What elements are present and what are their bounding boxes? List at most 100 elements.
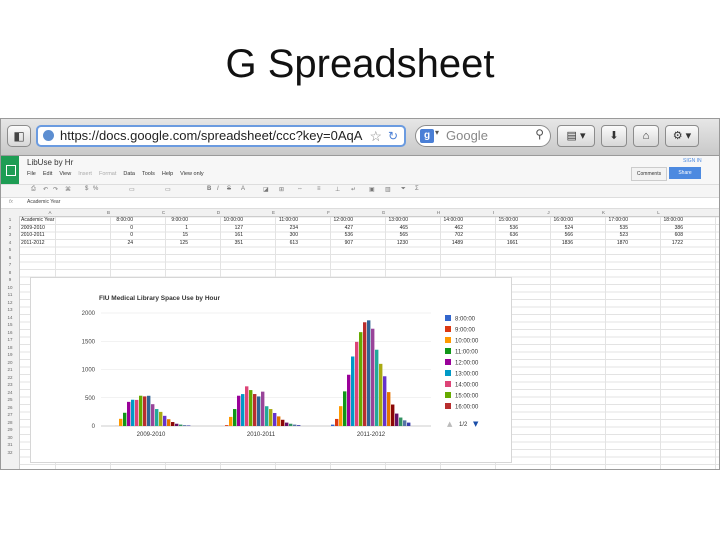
currency-icon[interactable]: $ [85, 186, 88, 192]
paint-format-icon[interactable]: ⌘ [65, 186, 71, 193]
text-color-icon[interactable]: A [241, 186, 245, 192]
wrap-text-icon[interactable]: ↵ [351, 186, 356, 193]
table-cell[interactable]: 1 [136, 225, 188, 231]
column-header-j[interactable]: J [521, 210, 576, 215]
row-number[interactable]: 28 [1, 420, 19, 425]
search-box[interactable]: g ▾ Google ⚲ [415, 125, 551, 147]
font-family-select[interactable]: ▭ [129, 186, 135, 193]
row-number[interactable]: 23 [1, 382, 19, 387]
row-number[interactable]: 13 [1, 307, 19, 312]
comments-button[interactable]: Comments [631, 167, 667, 181]
row-number[interactable]: 30 [1, 435, 19, 440]
column-header-e[interactable]: E [246, 210, 301, 215]
vertical-align-icon[interactable]: ⊥ [335, 186, 340, 193]
insert-comment-icon[interactable]: ▣ [369, 186, 375, 193]
column-header-h[interactable]: H [411, 210, 466, 215]
table-cell[interactable]: 8:00:00 [81, 217, 133, 223]
sign-in-link[interactable]: SIGN IN [683, 158, 702, 164]
table-cell[interactable]: 127 [191, 225, 243, 231]
table-cell[interactable]: 613 [246, 240, 298, 246]
table-cell[interactable]: 0 [81, 232, 133, 238]
font-size-select[interactable]: ▭ [165, 186, 171, 193]
merge-cells-icon[interactable]: ⇔ [297, 186, 303, 192]
column-header-d[interactable]: D [191, 210, 246, 215]
bookmarks-menu-icon[interactable]: ▤ ▾ [557, 125, 595, 147]
row-number[interactable]: 11 [1, 292, 19, 297]
column-header-b[interactable]: B [81, 210, 136, 215]
table-cell[interactable]: 536 [301, 232, 353, 238]
insert-chart-icon[interactable]: ▥ [385, 186, 391, 193]
table-cell[interactable]: 15 [136, 232, 188, 238]
row-number[interactable]: 10 [1, 285, 19, 290]
italic-icon[interactable]: I [217, 186, 219, 192]
row-number[interactable]: 29 [1, 427, 19, 432]
table-cell[interactable]: 1870 [576, 240, 628, 246]
row-number[interactable]: 18 [1, 345, 19, 350]
table-cell[interactable]: 125 [136, 240, 188, 246]
table-cell[interactable]: 11:00:00 [246, 217, 298, 223]
row-number[interactable]: 25 [1, 397, 19, 402]
chart-container[interactable]: FIU Medical Library Space Use by Hour 0 50… [30, 277, 512, 463]
table-cell[interactable]: 566 [521, 232, 573, 238]
column-header-i[interactable]: I [466, 210, 521, 215]
extensions-icon[interactable]: ⚙ ▾ [665, 125, 699, 147]
row-number[interactable]: 21 [1, 367, 19, 372]
table-cell[interactable]: 2010-2011 [21, 232, 45, 238]
table-cell[interactable]: 565 [356, 232, 408, 238]
row-number[interactable]: 1 [1, 217, 19, 222]
home-icon[interactable]: ⌂ [633, 125, 659, 147]
table-cell[interactable]: 16:00:00 [521, 217, 573, 223]
table-cell[interactable]: 1230 [356, 240, 408, 246]
row-number[interactable]: 2 [1, 225, 19, 230]
table-cell[interactable]: 702 [411, 232, 463, 238]
row-number[interactable]: 3 [1, 232, 19, 237]
magnifier-icon[interactable]: ⚲ [535, 127, 544, 141]
search-engine-dropdown-icon[interactable]: ▾ [435, 128, 439, 137]
table-cell[interactable]: 536 [466, 225, 518, 231]
borders-icon[interactable]: ⊞ [279, 186, 284, 193]
menu-view[interactable]: View [59, 171, 71, 177]
table-cell[interactable]: 907 [301, 240, 353, 246]
row-number[interactable]: 6 [1, 255, 19, 260]
menu-format[interactable]: Format [99, 171, 116, 177]
fill-color-icon[interactable]: ◪ [263, 186, 269, 193]
table-cell[interactable]: 535 [576, 225, 628, 231]
table-cell[interactable]: 9:00:00 [136, 217, 188, 223]
menu-help[interactable]: Help [162, 171, 173, 177]
menu-data[interactable]: Data [123, 171, 135, 177]
percent-icon[interactable]: % [93, 186, 98, 192]
table-cell[interactable]: 523 [576, 232, 628, 238]
row-number[interactable]: 8 [1, 270, 19, 275]
row-number[interactable]: 7 [1, 262, 19, 267]
row-number[interactable]: 4 [1, 240, 19, 245]
table-cell[interactable]: 636 [466, 232, 518, 238]
table-cell[interactable]: 12:00:00 [301, 217, 353, 223]
table-cell[interactable]: 465 [356, 225, 408, 231]
table-cell[interactable]: 15:00:00 [466, 217, 518, 223]
column-header-c[interactable]: C [136, 210, 191, 215]
bold-icon[interactable]: B [207, 186, 211, 192]
table-cell[interactable]: 524 [521, 225, 573, 231]
table-cell[interactable]: 1722 [631, 240, 683, 246]
row-number[interactable]: 16 [1, 330, 19, 335]
reload-icon[interactable]: ↻ [388, 127, 398, 145]
menu-tools[interactable]: Tools [142, 171, 155, 177]
menu-edit[interactable]: Edit [43, 171, 52, 177]
table-cell[interactable]: 427 [301, 225, 353, 231]
functions-icon[interactable]: Σ [415, 186, 419, 192]
align-left-icon[interactable]: ≡ [317, 186, 321, 192]
row-number[interactable]: 9 [1, 277, 19, 282]
row-number[interactable]: 32 [1, 450, 19, 455]
table-cell[interactable]: 2009-2010 [21, 225, 45, 231]
row-number[interactable]: 26 [1, 405, 19, 410]
bookmark-star-icon[interactable]: ☆ [369, 127, 382, 145]
strikethrough-icon[interactable]: S [227, 186, 231, 192]
table-cell[interactable]: 24 [81, 240, 133, 246]
table-cell[interactable]: 14:00:00 [411, 217, 463, 223]
share-button[interactable]: Share [669, 167, 701, 179]
table-cell[interactable]: 2011-2012 [21, 240, 45, 246]
row-number[interactable]: 12 [1, 300, 19, 305]
row-number[interactable]: 27 [1, 412, 19, 417]
table-cell[interactable]: 17:00:00 [576, 217, 628, 223]
undo-icon[interactable]: ↶ [43, 186, 48, 193]
